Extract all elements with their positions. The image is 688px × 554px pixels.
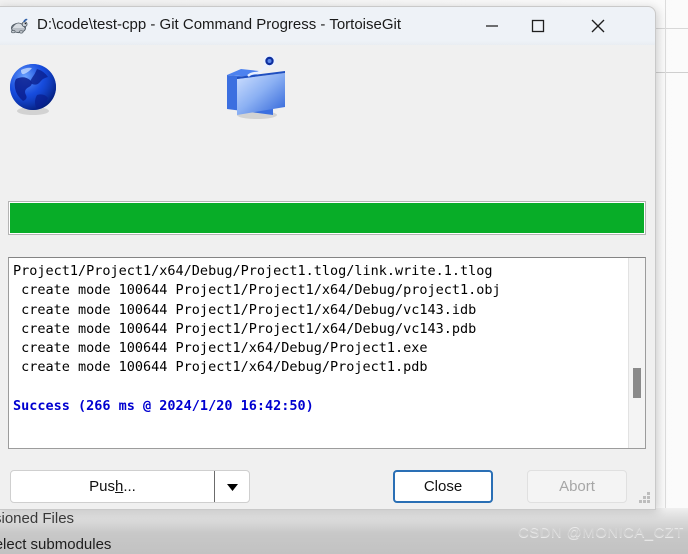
log-status-line: Success (266 ms @ 2024/1/20 16:42:50) (13, 398, 314, 415)
minimize-button[interactable] (469, 7, 515, 45)
globe-icon (7, 57, 63, 122)
maximize-button[interactable] (515, 7, 561, 45)
push-button-label: Push... (89, 478, 136, 495)
resize-grip[interactable] (638, 492, 651, 505)
folder-icon (221, 51, 291, 128)
log-line: create mode 100644 Project1/Project1/x64… (13, 320, 477, 337)
log-line: Project1/Project1/x64/Debug/Project1.tlo… (13, 263, 493, 279)
command-output-log[interactable]: Project1/Project1/x64/Debug/Project1.tlo… (8, 257, 646, 449)
window-title: D:\code\test-cpp - Git Command Progress … (37, 16, 402, 33)
log-vertical-scrollbar[interactable] (628, 258, 645, 448)
chevron-down-icon[interactable] (214, 471, 249, 502)
progress-bar (8, 201, 646, 235)
abort-button: Abort (527, 470, 627, 503)
progress-bar-fill (10, 203, 644, 233)
tortoise-icon (9, 16, 29, 36)
background-label-autoselect-submodules: autoselect submodules (0, 536, 112, 553)
log-line: create mode 100644 Project1/x64/Debug/Pr… (13, 359, 428, 376)
watermark: CSDN @MONICA_CZT (518, 524, 684, 541)
log-line: create mode 100644 Project1/Project1/x64… (13, 301, 477, 318)
title-bar[interactable]: D:\code\test-cpp - Git Command Progress … (0, 7, 655, 45)
close-button[interactable]: Close (393, 470, 493, 503)
background-divider-second (656, 72, 688, 73)
screen: Unversioned Files autoselect submodules … (0, 0, 688, 554)
log-line: create mode 100644 Project1/x64/Debug/Pr… (13, 340, 428, 357)
close-window-button[interactable] (575, 7, 621, 45)
push-split-button[interactable]: Push... (10, 470, 250, 503)
push-button[interactable]: Push... (11, 471, 214, 502)
push-accelerator: h (115, 478, 124, 495)
background-label-unversioned-files: Unversioned Files (0, 510, 75, 527)
log-line: create mode 100644 Project1/Project1/x64… (13, 282, 501, 299)
transfer-animation-area (0, 45, 655, 165)
background-vertical-divider (665, 0, 666, 554)
log-text: Project1/Project1/x64/Debug/Project1.tlo… (9, 258, 628, 448)
scrollbar-thumb[interactable] (633, 368, 641, 398)
git-command-progress-dialog: D:\code\test-cpp - Git Command Progress … (0, 6, 656, 510)
